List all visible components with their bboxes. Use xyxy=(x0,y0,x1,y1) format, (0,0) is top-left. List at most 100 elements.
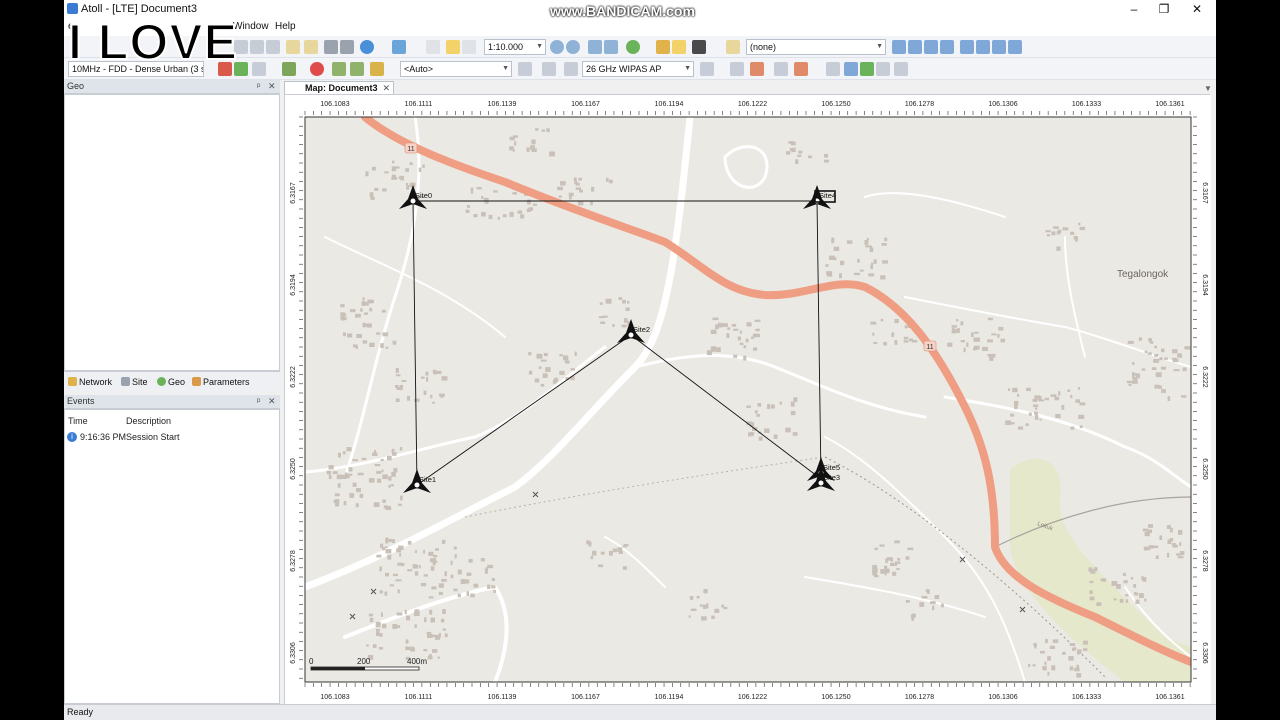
map-tab-dropdown-icon[interactable]: ▼ xyxy=(1204,84,1212,93)
building xyxy=(795,159,799,164)
paste-icon[interactable] xyxy=(266,40,280,54)
export-icon[interactable] xyxy=(794,62,808,76)
event-row[interactable]: i 9:16:36 PM Session Start xyxy=(67,430,277,444)
x-tick-label-bottom: 106.1306 xyxy=(988,694,1017,701)
auto-select[interactable]: <Auto> ▼ xyxy=(400,61,512,77)
minimize-button[interactable]: – xyxy=(1119,1,1149,17)
user-icon[interactable] xyxy=(626,40,640,54)
building xyxy=(793,397,798,402)
print-preview-icon[interactable] xyxy=(340,40,354,54)
measure-icon[interactable] xyxy=(774,62,788,76)
polygon-icon[interactable] xyxy=(892,40,906,54)
rectangle-icon[interactable] xyxy=(908,40,922,54)
building xyxy=(387,554,392,560)
building xyxy=(352,482,357,487)
events-col-time[interactable]: Time xyxy=(68,416,88,426)
maximize-button[interactable]: ❐ xyxy=(1149,1,1179,17)
events-col-description[interactable]: Description xyxy=(126,416,171,426)
events-panel-close-button[interactable]: ✕ xyxy=(268,395,276,408)
building xyxy=(1170,527,1173,533)
zoom-previous-icon[interactable] xyxy=(604,40,618,54)
more-icon[interactable] xyxy=(894,62,908,76)
crosshair-icon[interactable] xyxy=(310,62,324,76)
tab-parameters[interactable]: Parameters xyxy=(192,375,250,389)
tab-geo-label: Geo xyxy=(168,377,186,387)
close-button[interactable]: ✕ xyxy=(1182,1,1212,17)
ruler-icon[interactable] xyxy=(656,40,670,54)
circle-shape-icon[interactable] xyxy=(976,40,990,54)
site-label: Site4 xyxy=(819,191,836,200)
new-doc-icon[interactable] xyxy=(426,40,440,54)
menu-window[interactable]: Window xyxy=(233,21,269,32)
polyline-icon[interactable] xyxy=(940,40,954,54)
scale-select[interactable]: 1:10.000 ▼ xyxy=(484,39,546,55)
link-icon[interactable] xyxy=(282,62,296,76)
route-icon[interactable] xyxy=(844,62,858,76)
settings-icon[interactable] xyxy=(370,62,384,76)
zoom-rect-icon[interactable] xyxy=(588,40,602,54)
transmitter-icon[interactable] xyxy=(542,62,556,76)
coverage-icon[interactable] xyxy=(860,62,874,76)
tab-site[interactable]: Site xyxy=(121,375,148,389)
map-tab-close-icon[interactable]: ✕ xyxy=(382,82,390,94)
tab-geo[interactable]: Geo xyxy=(157,375,185,389)
map-document-tab[interactable]: Map: Document3 ✕ xyxy=(284,81,394,94)
map-canvas[interactable]: 106.1083 106.1111 106.1139 106.1167 106.1194… xyxy=(285,95,1211,705)
compute-icon[interactable] xyxy=(350,62,364,76)
folder-icon[interactable] xyxy=(304,40,318,54)
copy-icon[interactable] xyxy=(250,40,264,54)
sector-icon[interactable] xyxy=(1008,40,1022,54)
building xyxy=(860,269,864,272)
building xyxy=(382,474,388,480)
refresh-icon[interactable] xyxy=(392,40,406,54)
tx-toggle-icon[interactable] xyxy=(564,62,578,76)
calculate-icon[interactable] xyxy=(332,62,346,76)
table-icon[interactable] xyxy=(876,62,890,76)
x-tick-label-top: 106.1222 xyxy=(738,101,767,108)
shape-icon[interactable] xyxy=(960,40,974,54)
pin-icon[interactable]: ᵖ xyxy=(257,80,260,93)
comment-icon[interactable] xyxy=(672,40,686,54)
zoom-in-icon[interactable] xyxy=(550,40,564,54)
open-folder-icon[interactable] xyxy=(286,40,300,54)
building xyxy=(1082,648,1088,652)
zoom-out-icon[interactable] xyxy=(566,40,580,54)
select-arrow-icon[interactable] xyxy=(446,40,460,54)
tab-network[interactable]: Network xyxy=(68,375,112,389)
geo-panel-header: Geo ᵖ ✕ xyxy=(64,80,280,94)
building xyxy=(1034,407,1038,410)
microwave-icon[interactable] xyxy=(700,62,714,76)
line-icon[interactable] xyxy=(924,40,938,54)
building xyxy=(341,317,344,321)
building xyxy=(696,595,700,599)
target-icon[interactable] xyxy=(360,40,374,54)
building xyxy=(592,550,597,556)
antenna-icon[interactable] xyxy=(518,62,532,76)
geo-panel-close-button[interactable]: ✕ xyxy=(268,80,276,93)
building xyxy=(1172,358,1179,363)
map-view[interactable]: 106.1083 106.1111 106.1139 106.1167 106.1194… xyxy=(284,94,1211,705)
building xyxy=(328,465,334,470)
ellipse-icon[interactable] xyxy=(992,40,1006,54)
frequency-value: 26 GHz WIPAS AP xyxy=(586,64,662,74)
building xyxy=(384,171,389,174)
events-panel-header: Events ᵖ ✕ xyxy=(64,395,280,409)
building xyxy=(421,376,425,379)
frequency-select[interactable]: 26 GHz WIPAS AP ▼ xyxy=(582,61,694,77)
tools-icon[interactable] xyxy=(730,62,744,76)
building xyxy=(574,351,577,356)
building xyxy=(1069,643,1076,646)
signal-icon[interactable] xyxy=(252,62,266,76)
building xyxy=(407,569,413,572)
print-icon[interactable] xyxy=(324,40,338,54)
points-icon[interactable] xyxy=(750,62,764,76)
pan-hand-icon[interactable] xyxy=(462,40,476,54)
layer-folder-icon[interactable] xyxy=(726,40,740,54)
binoculars-icon[interactable] xyxy=(692,40,706,54)
events-pin-icon[interactable]: ᵖ xyxy=(257,395,260,408)
geo-explorer[interactable] xyxy=(64,94,280,371)
site-label: Site3 xyxy=(823,473,840,482)
grid-icon[interactable] xyxy=(826,62,840,76)
menu-help[interactable]: Help xyxy=(275,21,296,32)
selection-select[interactable]: (none) ▼ xyxy=(746,39,886,55)
